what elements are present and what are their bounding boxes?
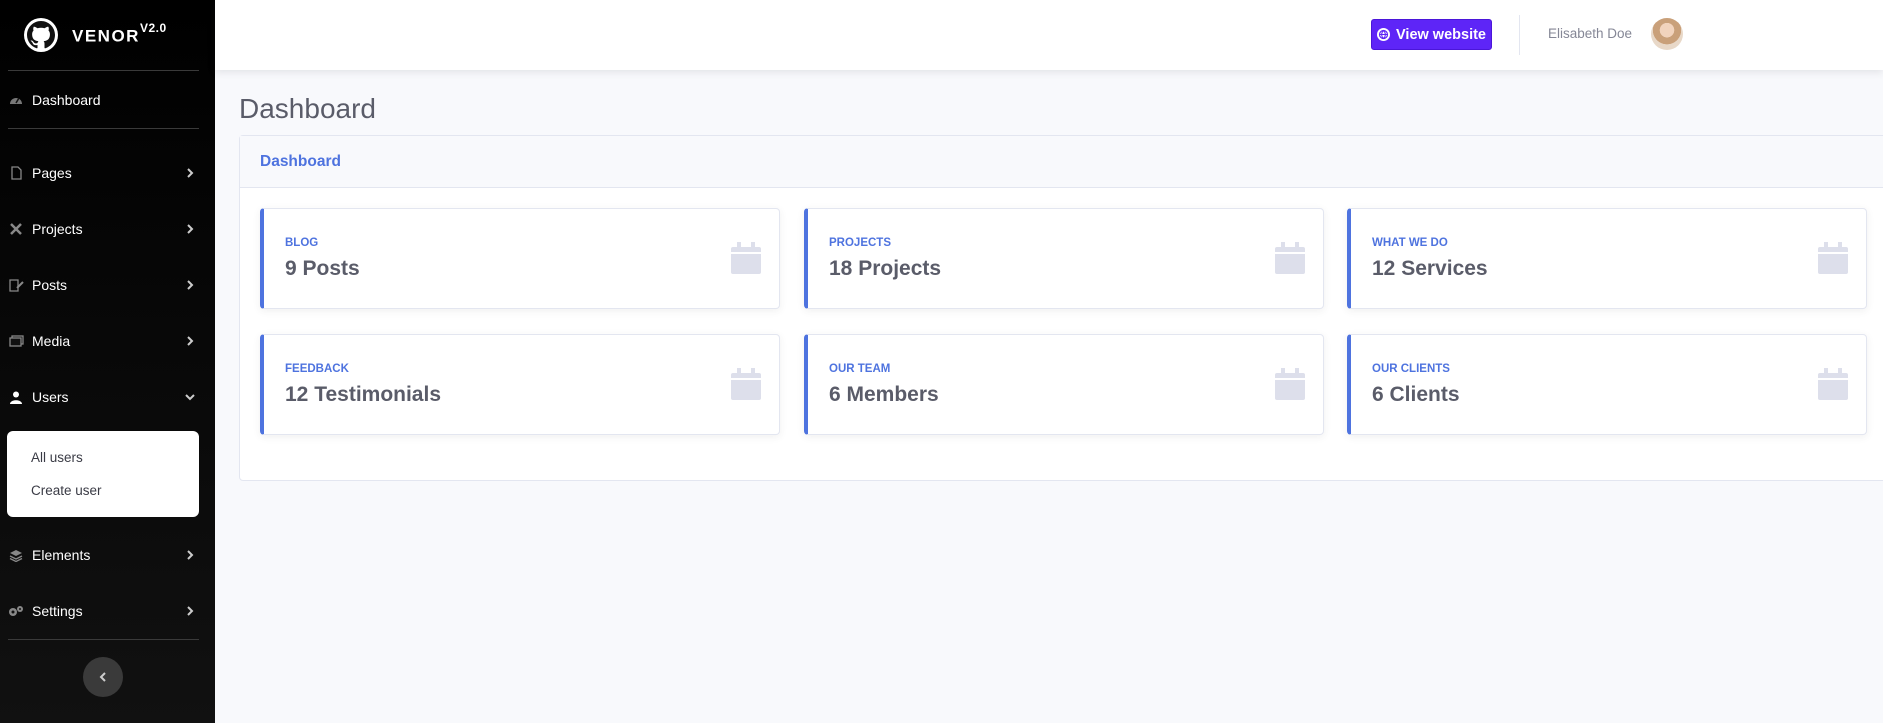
sidebar-item-pages[interactable]: Pages [0, 145, 215, 201]
card-value: 6 Members [829, 383, 939, 406]
card-label: PROJECTS [829, 237, 891, 249]
chevron-right-icon [187, 224, 194, 234]
sidebar-item-label: Pages [32, 165, 72, 181]
sidebar-item-media[interactable]: Media [0, 313, 215, 369]
view-website-button[interactable]: View website [1371, 19, 1492, 50]
calendar-icon [1275, 368, 1305, 400]
calendar-icon [731, 242, 761, 274]
calendar-icon [731, 368, 761, 400]
layers-icon [8, 547, 24, 563]
sidebar-item-posts[interactable]: Posts [0, 257, 215, 313]
dashboard-panel: Dashboard BLOG 9 Posts PROJECTS 18 Proje… [239, 135, 1883, 481]
sidebar-item-label: Users [32, 389, 69, 405]
sidebar-item-label: Projects [32, 221, 83, 237]
topbar-divider [1519, 15, 1520, 55]
submenu-item-all-users[interactable]: All users [7, 441, 199, 474]
sidebar-item-label: Posts [32, 277, 68, 293]
brand-name: VENORV2.0 [72, 20, 167, 47]
sidebar-item-users[interactable]: Users [0, 369, 215, 425]
card-value: 6 Clients [1372, 383, 1460, 406]
card-label: FEEDBACK [285, 363, 349, 375]
chevron-down-icon [185, 394, 195, 401]
chevron-right-icon [187, 336, 194, 346]
brand[interactable]: VENORV2.0 [0, 0, 215, 70]
view-website-label: View website [1396, 26, 1486, 43]
dashboard-icon [8, 92, 24, 108]
stat-card-projects[interactable]: PROJECTS 18 Projects [804, 208, 1324, 309]
sidebar-item-label: Settings [32, 603, 83, 619]
stat-card-clients[interactable]: OUR CLIENTS 6 Clients [1347, 334, 1867, 435]
sidebar-item-elements[interactable]: Elements [0, 527, 215, 583]
globe-icon [1377, 28, 1390, 41]
chevron-right-icon [187, 168, 194, 178]
avatar[interactable] [1651, 18, 1683, 50]
card-label: OUR TEAM [829, 363, 891, 375]
sidebar-item-label: Elements [32, 547, 91, 563]
users-submenu: All users Create user [7, 431, 199, 517]
sidebar-item-dashboard[interactable]: Dashboard [0, 71, 215, 128]
stat-card-testimonials[interactable]: FEEDBACK 12 Testimonials [260, 334, 780, 435]
sidebar-item-label: Dashboard [32, 91, 101, 108]
card-value: 12 Testimonials [285, 383, 442, 406]
sidebar-item-projects[interactable]: Projects [0, 201, 215, 257]
card-value: 12 Services [1372, 257, 1488, 280]
user-name[interactable]: Elisabeth Doe [1548, 26, 1632, 41]
brand-title: VENOR [72, 26, 140, 46]
sidebar-item-settings[interactable]: Settings [0, 583, 215, 639]
sidebar-collapse-button[interactable] [83, 657, 123, 697]
card-value: 9 Posts [285, 257, 360, 280]
chevron-right-icon [187, 550, 194, 560]
sidebar: VENORV2.0 Dashboard Pages Projects Posts [0, 0, 215, 723]
page-title: Dashboard [239, 93, 376, 124]
pen-icon [8, 277, 24, 293]
card-label: WHAT WE DO [1372, 237, 1448, 249]
chevron-right-icon [187, 280, 194, 290]
chevron-right-icon [187, 606, 194, 616]
brand-version: V2.0 [139, 20, 167, 35]
gears-icon [8, 603, 24, 619]
stat-card-services[interactable]: WHAT WE DO 12 Services [1347, 208, 1867, 309]
media-icon [8, 333, 24, 349]
sidebar-item-label: Media [32, 333, 71, 349]
user-icon [8, 389, 24, 405]
card-label: BLOG [285, 237, 319, 249]
card-label: OUR CLIENTS [1372, 363, 1450, 375]
stat-card-blog[interactable]: BLOG 9 Posts [260, 208, 780, 309]
card-value: 18 Projects [829, 257, 942, 280]
calendar-icon [1275, 242, 1305, 274]
calendar-icon [1818, 242, 1848, 274]
file-icon [8, 165, 24, 181]
tools-icon [8, 221, 24, 237]
submenu-item-create-user[interactable]: Create user [7, 474, 199, 507]
panel-title: Dashboard [240, 136, 1883, 188]
calendar-icon [1818, 368, 1848, 400]
sidebar-divider [8, 639, 199, 640]
chevron-left-icon [99, 672, 106, 682]
stat-card-team[interactable]: OUR TEAM 6 Members [804, 334, 1324, 435]
github-logo-icon [24, 18, 58, 52]
topbar [215, 0, 1883, 70]
